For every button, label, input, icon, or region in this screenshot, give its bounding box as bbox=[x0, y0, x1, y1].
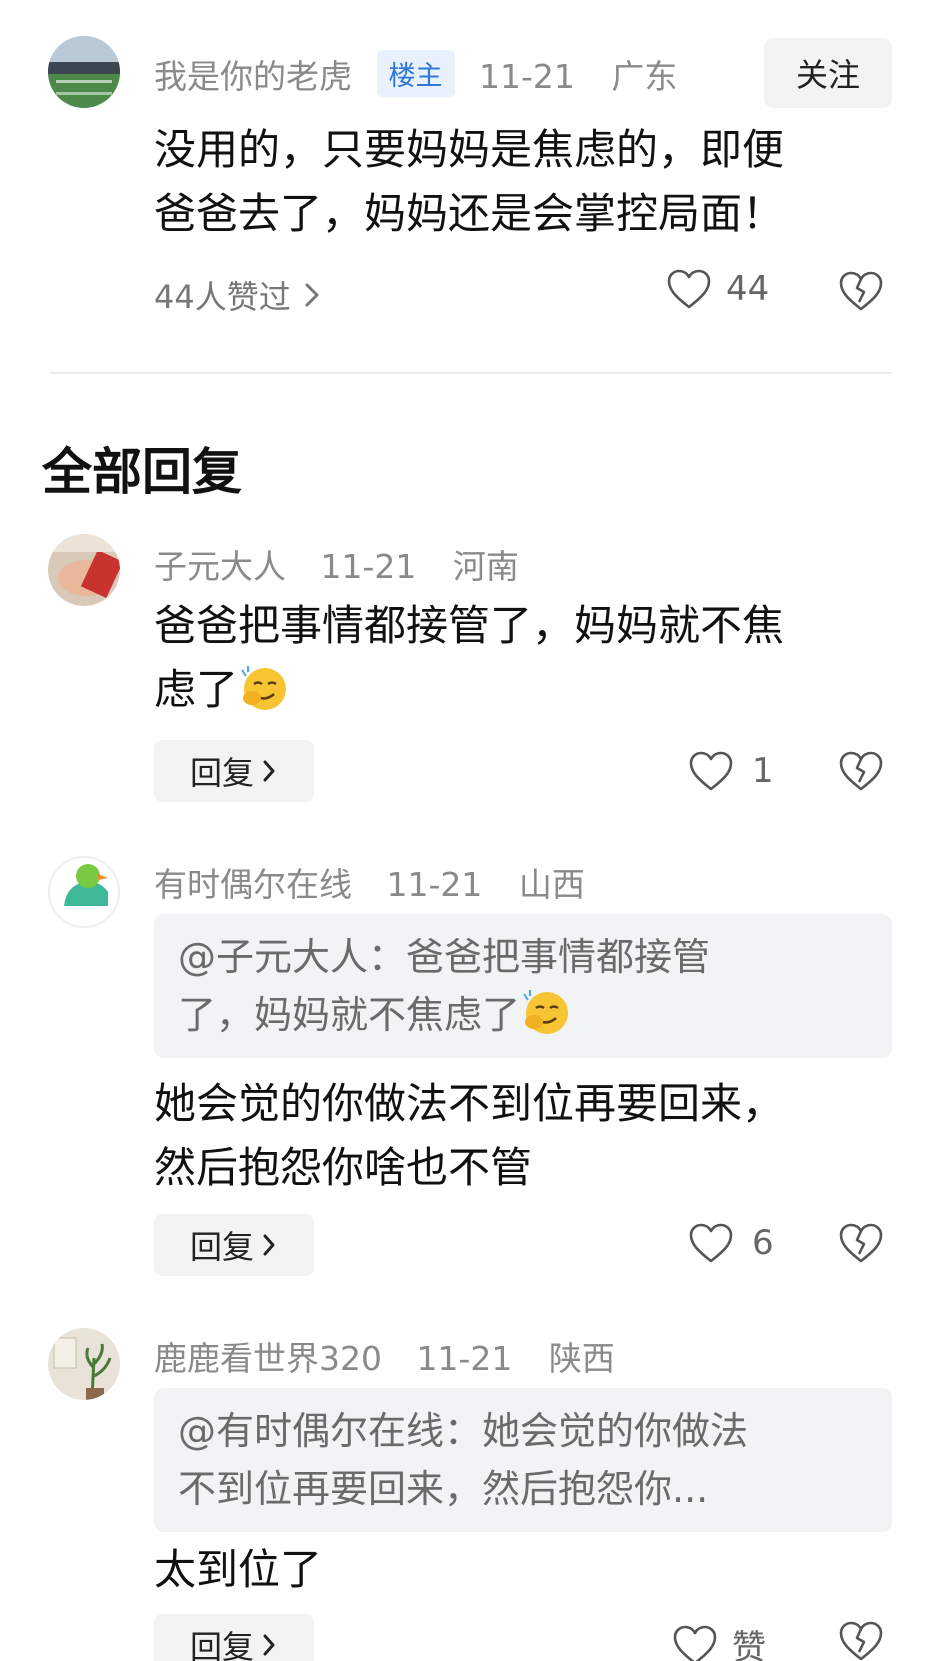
dislike-button[interactable] bbox=[838, 1222, 884, 1264]
comment-location: 广东 bbox=[611, 57, 678, 96]
comment-meta: 有时偶尔在线 11-21 山西 bbox=[154, 858, 599, 906]
chevron-right-icon bbox=[263, 1634, 275, 1656]
quote-line: @有时偶尔在线：她会觉的你做法 bbox=[178, 1409, 749, 1453]
like-button[interactable]: 44 bbox=[666, 268, 769, 310]
section-title: 全部回复 bbox=[42, 443, 242, 501]
heart-outline-icon bbox=[673, 1625, 717, 1661]
heart-outline-icon bbox=[689, 1223, 733, 1263]
op-badge: 楼主 bbox=[376, 50, 455, 97]
like-count: 6 bbox=[752, 1223, 774, 1263]
comment-date: 11-21 bbox=[416, 1339, 513, 1378]
like-button[interactable]: 6 bbox=[688, 1222, 774, 1264]
comment-text-line: 爸爸去了，妈妈还是会掌控局面！ bbox=[154, 189, 785, 238]
username[interactable]: 我是你的老虎 bbox=[154, 57, 352, 96]
dislike-button[interactable] bbox=[838, 1620, 884, 1661]
reply-text-line: 然后抱怨你啥也不管 bbox=[154, 1143, 533, 1192]
reply-text: 她会觉的你做法不到位再要回来， 然后抱怨你啥也不管 bbox=[154, 1072, 784, 1200]
quote-line: 了，妈妈就不焦虑了 bbox=[178, 993, 521, 1037]
reply-button-label: 回复 bbox=[189, 1228, 254, 1266]
like-count: 1 bbox=[752, 751, 774, 791]
comment-date: 11-21 bbox=[479, 57, 575, 96]
avatar[interactable] bbox=[48, 1328, 120, 1400]
avatar[interactable] bbox=[48, 534, 120, 606]
comment-location: 陕西 bbox=[548, 1339, 615, 1378]
username[interactable]: 子元大人 bbox=[154, 547, 286, 586]
broken-heart-icon bbox=[839, 751, 883, 791]
like-button[interactable]: 1 bbox=[688, 750, 774, 792]
follow-button[interactable]: 关注 bbox=[764, 38, 892, 108]
comment-meta: 鹿鹿看世界320 11-21 陕西 bbox=[154, 1332, 629, 1380]
like-count: 44 bbox=[726, 269, 770, 309]
comment-text-line: 没用的，只要妈妈是焦虑的，即便 bbox=[154, 125, 785, 174]
comment-meta: 子元大人 11-21 河南 bbox=[154, 540, 533, 588]
smirk-emoji-icon bbox=[523, 990, 569, 1034]
quote-line: 不到位再要回来，然后抱怨你... bbox=[178, 1467, 709, 1511]
reply-text-line: 太到位了 bbox=[154, 1545, 323, 1594]
dislike-button[interactable] bbox=[838, 750, 884, 792]
liked-by-label: 44人赞过 bbox=[154, 278, 291, 316]
reply-button-label: 回复 bbox=[189, 1628, 254, 1661]
comment-location: 河南 bbox=[452, 547, 519, 586]
dislike-button[interactable] bbox=[838, 270, 884, 312]
heart-outline-icon bbox=[689, 751, 733, 791]
smirk-emoji-icon bbox=[241, 666, 287, 710]
comment-date: 11-21 bbox=[386, 865, 483, 904]
reply-text: 爸爸把事情都接管了，妈妈就不焦 虑了 bbox=[154, 594, 784, 722]
comment-location: 山西 bbox=[518, 865, 585, 904]
quoted-reply[interactable]: @子元大人：爸爸把事情都接管 了，妈妈就不焦虑了 bbox=[154, 914, 892, 1058]
chevron-right-icon bbox=[263, 1234, 275, 1256]
heart-outline-icon bbox=[667, 269, 711, 309]
comment-text: 没用的，只要妈妈是焦虑的，即便 爸爸去了，妈妈还是会掌控局面！ bbox=[154, 118, 784, 246]
broken-heart-icon bbox=[839, 1621, 883, 1661]
reply-text-line: 她会觉的你做法不到位再要回来， bbox=[154, 1079, 785, 1128]
like-label: 赞 bbox=[732, 1628, 766, 1661]
reply-text-line: 爸爸把事情都接管了，妈妈就不焦 bbox=[154, 601, 785, 650]
reply-button[interactable]: 回复 bbox=[154, 1614, 314, 1661]
broken-heart-icon bbox=[839, 1223, 883, 1263]
chevron-right-icon bbox=[305, 283, 319, 307]
quote-line: @子元大人：爸爸把事情都接管 bbox=[178, 935, 711, 979]
quoted-reply[interactable]: @有时偶尔在线：她会觉的你做法 不到位再要回来，然后抱怨你... bbox=[154, 1388, 892, 1532]
chevron-right-icon bbox=[263, 760, 275, 782]
avatar[interactable] bbox=[48, 36, 120, 108]
reply-text-line: 虑了 bbox=[154, 665, 239, 714]
reply-text: 太到位了 bbox=[154, 1538, 322, 1602]
broken-heart-icon bbox=[839, 271, 883, 311]
reply-button[interactable]: 回复 bbox=[154, 740, 314, 802]
divider bbox=[50, 372, 892, 374]
comment-date: 11-21 bbox=[320, 547, 417, 586]
comment-meta: 我是你的老虎 楼主 11-21 广东 bbox=[154, 50, 691, 98]
reply-button[interactable]: 回复 bbox=[154, 1214, 314, 1276]
username[interactable]: 有时偶尔在线 bbox=[154, 865, 352, 904]
liked-by-link[interactable]: 44人赞过 bbox=[154, 272, 323, 318]
avatar[interactable] bbox=[48, 856, 120, 928]
username[interactable]: 鹿鹿看世界320 bbox=[154, 1339, 382, 1378]
reply-button-label: 回复 bbox=[189, 754, 254, 792]
like-button[interactable]: 赞 bbox=[672, 1620, 766, 1661]
